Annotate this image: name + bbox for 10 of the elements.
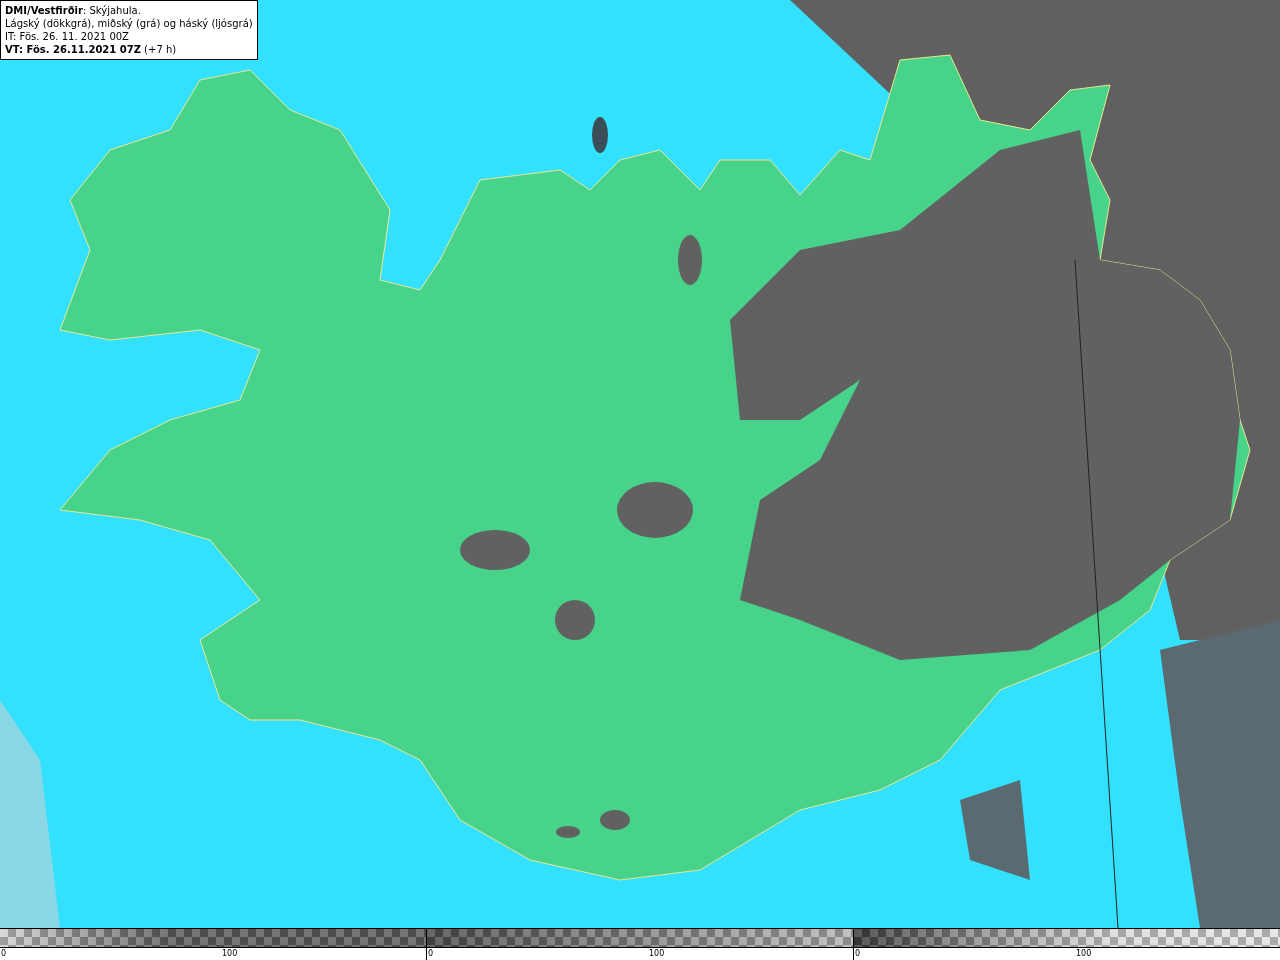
legend-text: DMI/Vestfirðir: Skýjahula. xyxy=(5,4,142,17)
scale-tick-label: 0 xyxy=(428,948,435,960)
legend-text: VT: Fös. 26.11.2021 07Z (+7 h) xyxy=(5,43,178,56)
scale-tick-label: 100 xyxy=(1076,948,1093,960)
legend-text: Lágský (dökkgrá), miðský (grá) og háský (ljósgrá) xyxy=(5,17,253,30)
scale-tick-label: 0 xyxy=(1,948,8,960)
scale-tick-label: 100 xyxy=(222,948,239,960)
legend-text: IT: Fös. 26. 11. 2021 00Z xyxy=(5,30,130,43)
scale-tick-label: 100 xyxy=(649,948,666,960)
scale-tick-label: 0 xyxy=(855,948,862,960)
